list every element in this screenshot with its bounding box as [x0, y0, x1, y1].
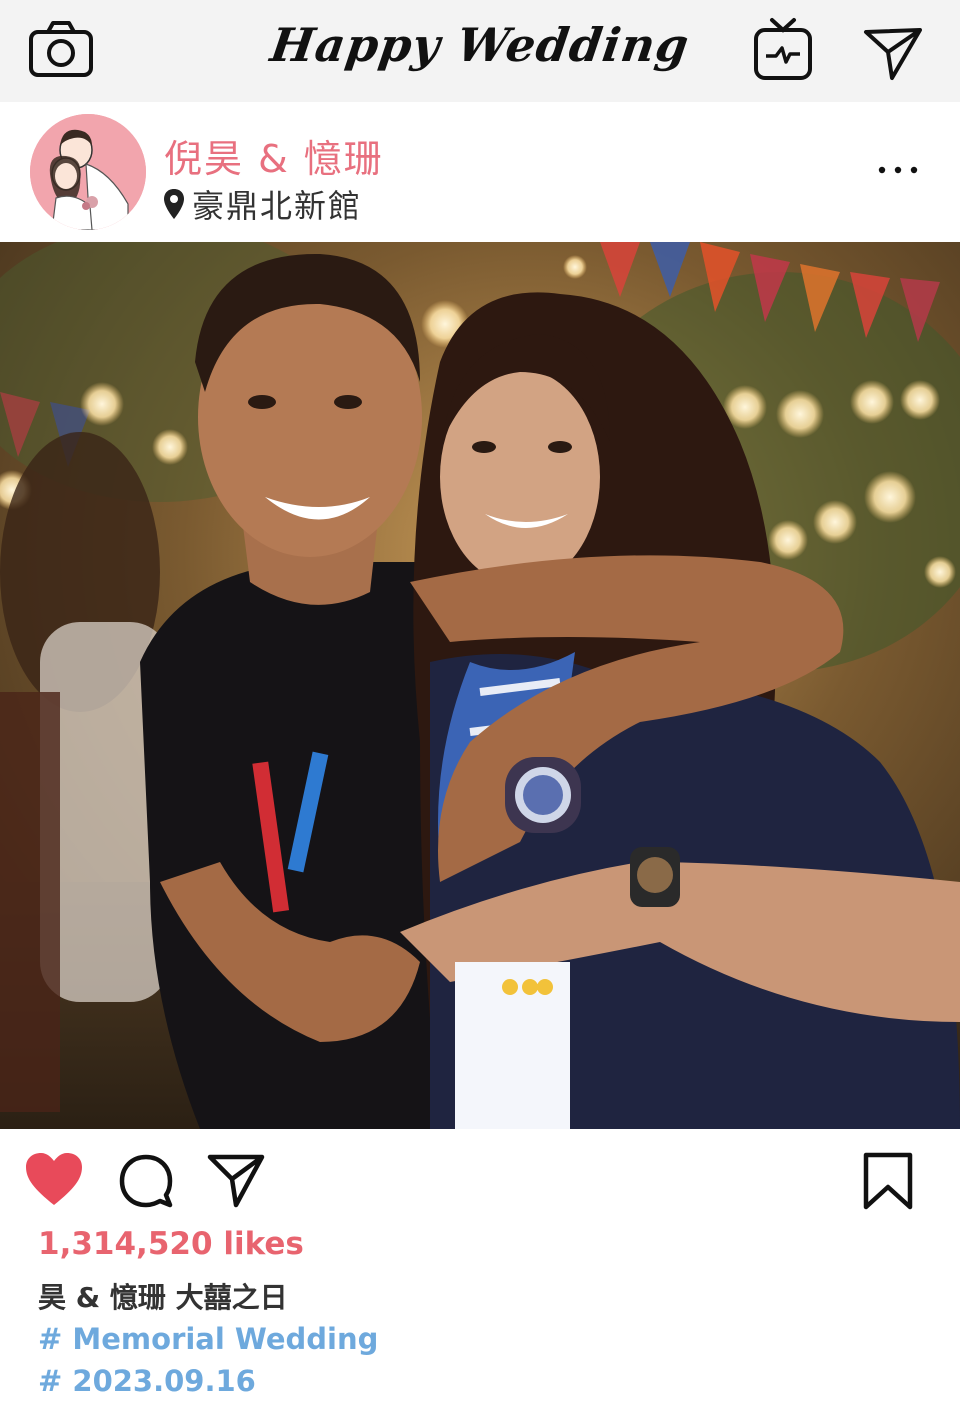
location-row[interactable]: 豪鼎北新館	[162, 184, 363, 225]
username[interactable]: 倪昊 & 憶珊	[164, 128, 384, 183]
hashtag-link[interactable]: # Memorial Wedding	[38, 1322, 378, 1356]
location-text: 豪鼎北新館	[192, 187, 363, 225]
post-photo[interactable]	[0, 242, 960, 1129]
action-bar	[0, 1129, 960, 1229]
couple-photo	[0, 242, 960, 1129]
share-icon[interactable]	[206, 1151, 266, 1209]
avatar[interactable]	[30, 114, 146, 230]
post-header: 倪昊 & 憶珊 豪鼎北新館	[0, 102, 960, 242]
send-icon[interactable]	[862, 24, 924, 82]
bookmark-icon[interactable]	[862, 1151, 914, 1211]
more-options-icon[interactable]	[870, 150, 920, 190]
heart-icon[interactable]	[24, 1151, 84, 1207]
igtv-icon[interactable]	[752, 16, 814, 82]
top-bar: Happy Wedding	[0, 0, 960, 102]
post-caption: 昊 & 憶珊 大囍之日	[38, 1281, 288, 1314]
likes-count[interactable]: 1,314,520 likes	[38, 1226, 304, 1262]
comment-icon[interactable]	[116, 1151, 176, 1211]
hashtag-link[interactable]: # 2023.09.16	[38, 1364, 256, 1398]
app-title: Happy Wedding	[267, 18, 693, 72]
location-pin-icon	[164, 189, 184, 219]
